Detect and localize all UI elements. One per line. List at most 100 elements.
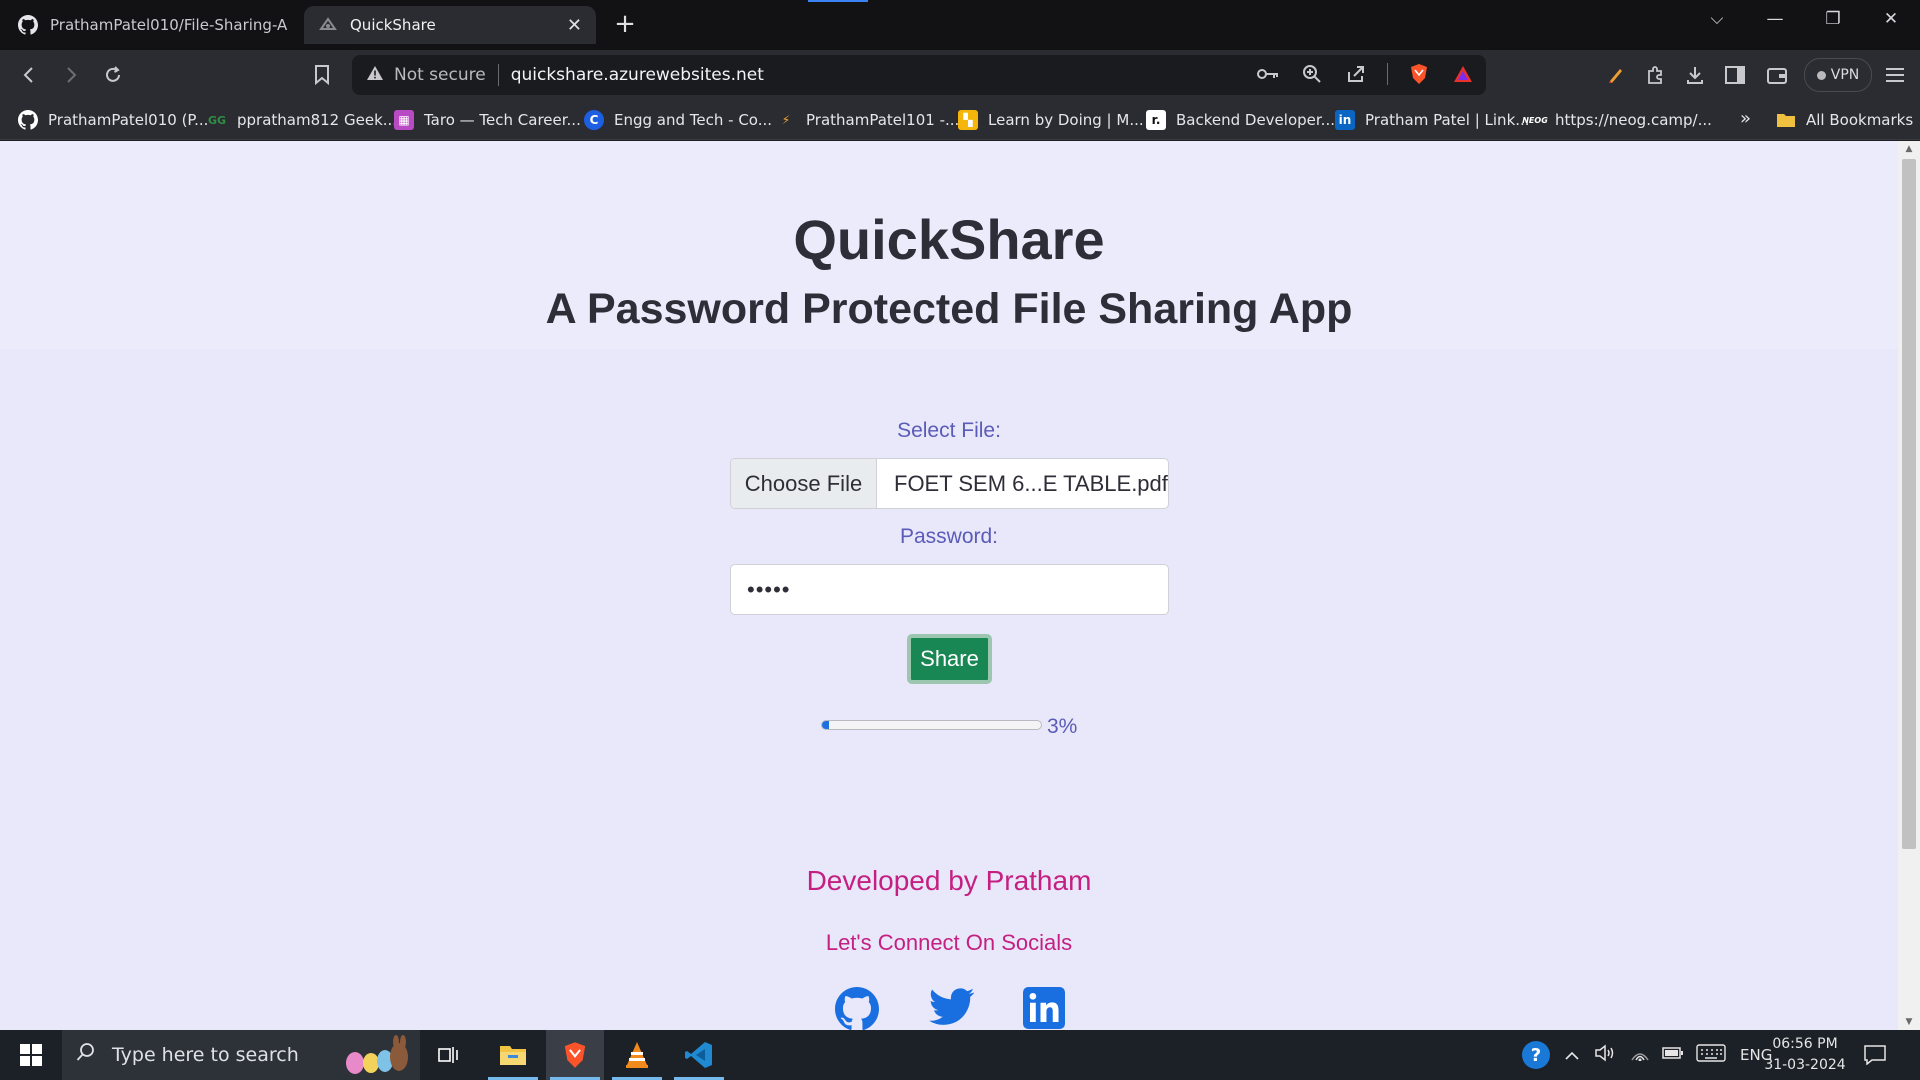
scroll-up-icon[interactable]: ▲ <box>1898 141 1920 157</box>
close-tab-icon[interactable]: ✕ <box>567 15 582 36</box>
all-bookmarks-button[interactable]: All Bookmarks <box>1776 108 1913 132</box>
window-controls: ⌵ — ❐ ✕ <box>1688 0 1920 40</box>
twitter-icon[interactable] <box>929 987 975 1030</box>
folder-icon <box>1776 110 1796 130</box>
divider <box>497 64 499 86</box>
bookmarks-overflow-button[interactable]: » <box>1740 108 1751 129</box>
page-scrollbar[interactable]: ▲ ▼ <box>1898 141 1920 1030</box>
brave-rewards-icon[interactable] <box>1450 61 1476 87</box>
file-explorer-button[interactable] <box>484 1030 542 1080</box>
brave-taskbar-button[interactable] <box>546 1030 604 1080</box>
help-icon[interactable]: ? <box>1522 1041 1550 1069</box>
back-icon[interactable] <box>16 62 42 88</box>
bookmark-label: Learn by Doing | M... <box>988 111 1144 129</box>
connect-heading: Let's Connect On Socials <box>825 930 1073 955</box>
leo-ai-icon[interactable] <box>1603 62 1629 88</box>
bookmark-item[interactable]: ⚡ PrathamPatel101 -... <box>776 108 960 132</box>
bookmark-item[interactable]: C Engg and Tech - Co... <box>584 108 772 132</box>
browser-tab-strip: PrathamPatel010/File-Sharing-App: T Quic… <box>0 0 1920 50</box>
progress-percent: 3% <box>1047 715 1078 738</box>
address-bar-actions <box>1255 61 1476 87</box>
key-icon[interactable] <box>1255 61 1281 87</box>
scroll-down-icon[interactable]: ▼ <box>1898 1014 1920 1030</box>
close-window-button[interactable]: ✕ <box>1862 0 1920 38</box>
task-view-icon <box>438 1047 458 1063</box>
easter-eggs-icon <box>341 1035 411 1075</box>
file-input[interactable]: Choose File FOET SEM 6...E TABLE.pdf <box>730 458 1169 509</box>
keyboard-icon[interactable] <box>1696 1044 1726 1066</box>
tray-overflow-icon[interactable] <box>1564 1046 1580 1064</box>
scroll-thumb[interactable] <box>1902 159 1916 849</box>
vscode-taskbar-button[interactable] <box>670 1030 728 1080</box>
brave-shields-icon[interactable] <box>1406 61 1432 87</box>
bookmark-item[interactable]: r. Backend Developer... <box>1146 108 1335 132</box>
bookmark-item[interactable]: ▚ Learn by Doing | M... <box>958 108 1144 132</box>
choose-file-button[interactable]: Choose File <box>731 459 877 508</box>
brave-icon <box>564 1042 586 1068</box>
page-title: QuickShare <box>793 208 1105 271</box>
share-icon[interactable] <box>1343 61 1369 87</box>
vpn-button[interactable]: VPN <box>1804 58 1872 92</box>
url-text[interactable]: quickshare.azurewebsites.net <box>511 65 764 85</box>
minimize-button[interactable]: — <box>1746 0 1804 38</box>
battery-icon[interactable] <box>1662 1046 1684 1064</box>
bookmark-item[interactable]: GG ppratham812 Geek... <box>207 108 397 132</box>
divider <box>1387 63 1388 85</box>
tab-loading-indicator <box>808 0 868 2</box>
vpn-status-dot <box>1816 70 1826 80</box>
new-tab-button[interactable]: + <box>610 10 640 40</box>
restore-button[interactable]: ❐ <box>1804 0 1862 38</box>
download-icon[interactable] <box>1682 62 1708 88</box>
file-explorer-icon <box>500 1046 526 1065</box>
bookmark-item[interactable]: in Pratham Patel | Link... <box>1335 108 1530 132</box>
social-links <box>835 987 1067 1030</box>
warning-icon[interactable] <box>366 65 384 85</box>
tab-quickshare[interactable]: QuickShare ✕ <box>304 6 596 44</box>
github-icon <box>18 15 38 35</box>
bookmark-label: PrathamPatel101 -... <box>806 111 960 129</box>
bookmark-item[interactable]: ▦ Taro — Tech Career... <box>394 108 581 132</box>
password-label: Password: <box>899 525 999 548</box>
learn-by-doing-icon: ▚ <box>958 110 978 130</box>
zoom-icon[interactable] <box>1299 61 1325 87</box>
developer-credit: Developed by Pratham <box>806 865 1092 896</box>
address-bar[interactable]: Not secure quickshare.azurewebsites.net <box>352 55 1486 95</box>
linkedin-icon[interactable] <box>1023 987 1067 1030</box>
wallet-icon[interactable] <box>1764 62 1790 88</box>
taskbar-clock[interactable]: 06:56 PM 31-03-2024 <box>1762 1034 1848 1076</box>
vlc-taskbar-button[interactable] <box>608 1030 666 1080</box>
extensions-icon[interactable] <box>1642 62 1668 88</box>
bookmark-item[interactable]: NEOG https://neog.camp/... <box>1522 108 1712 132</box>
vpn-label: VPN <box>1830 67 1860 83</box>
password-input[interactable]: ••••• <box>730 564 1169 615</box>
bookmark-item[interactable]: PrathamPatel010 (P... <box>18 108 208 132</box>
menu-icon[interactable] <box>1882 62 1908 88</box>
forward-icon[interactable] <box>58 62 84 88</box>
bookmark-icon[interactable] <box>309 62 335 88</box>
tab-title: QuickShare <box>350 16 436 34</box>
share-button[interactable]: Share <box>907 634 992 684</box>
reload-icon[interactable] <box>100 62 126 88</box>
security-status[interactable]: Not secure <box>394 65 486 85</box>
wifi-icon[interactable] <box>1630 1045 1650 1065</box>
volume-icon[interactable] <box>1594 1044 1616 1066</box>
hackerrank-icon: ⚡ <box>781 113 791 127</box>
github-icon[interactable] <box>835 987 880 1030</box>
page-content: QuickShare A Password Protected File Sha… <box>0 141 1898 1030</box>
bookmark-label: PrathamPatel010 (P... <box>48 111 209 129</box>
sidebar-icon[interactable] <box>1722 62 1748 88</box>
notifications-button[interactable] <box>1850 1030 1900 1080</box>
task-view-button[interactable] <box>420 1030 478 1080</box>
codechef-icon: C <box>584 110 604 130</box>
tab-search-dropdown-icon[interactable]: ⌵ <box>1688 0 1746 38</box>
taskbar-search[interactable]: Type here to search <box>62 1030 420 1080</box>
bookmark-label: Taro — Tech Career... <box>424 111 581 129</box>
start-button[interactable] <box>0 1030 62 1080</box>
system-tray: ? ENG <box>1522 1030 1772 1080</box>
clock-time: 06:56 PM <box>1772 1036 1838 1052</box>
bookmark-label: Backend Developer... <box>1176 111 1335 129</box>
vlc-icon <box>626 1042 648 1068</box>
windows-logo-icon <box>20 1044 42 1066</box>
neog-icon: NEOG <box>1522 115 1548 125</box>
tab-github-repo[interactable]: PrathamPatel010/File-Sharing-App: T <box>4 6 302 44</box>
